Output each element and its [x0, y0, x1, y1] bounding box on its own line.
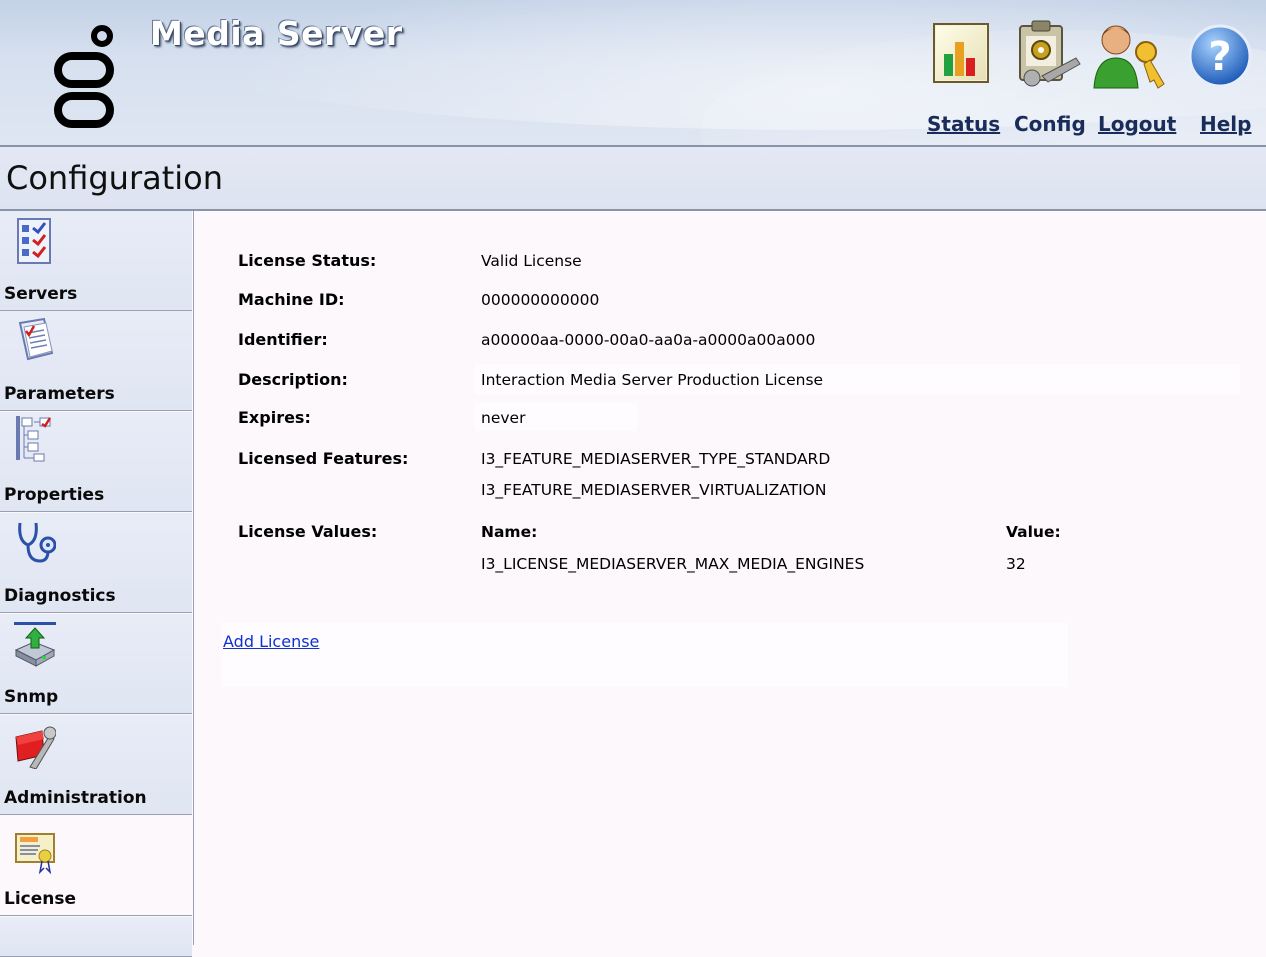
sidebar: Servers Parameters Properties Diagnostic… — [0, 211, 194, 957]
logout-user-key-icon[interactable] — [1092, 18, 1170, 90]
header-nav: Status Config Logout Help — [0, 112, 1266, 142]
sidebar-item-empty — [0, 917, 192, 957]
add-license-link[interactable]: Add License — [223, 632, 319, 651]
sidebar-item-label: Diagnostics — [4, 586, 116, 606]
sidebar-item-label: Properties — [4, 485, 105, 505]
page-title-bar: Configuration — [0, 147, 1266, 209]
license-status-value: Valid License — [481, 252, 582, 270]
app-title: Media Server — [150, 14, 403, 53]
license-status-label: License Status: — [238, 251, 377, 270]
nav-link-help[interactable]: Help — [1200, 112, 1251, 136]
page-title: Configuration — [6, 159, 224, 197]
license-value-name: I3_LICENSE_MEDIASERVER_MAX_MEDIA_ENGINES — [481, 555, 865, 573]
sidebar-item-servers[interactable]: Servers — [0, 211, 192, 311]
sidebar-item-label: Snmp — [4, 687, 59, 707]
license-values-name-header: Name: — [481, 523, 538, 541]
identifier-value: a00000aa-0000-00a0-aa0a-a0000a00a000 — [481, 331, 816, 349]
svg-text:?: ? — [1208, 34, 1231, 80]
checklist-icon — [17, 218, 51, 264]
license-values-value-header: Value: — [1006, 523, 1061, 541]
sidebar-item-administration[interactable]: Administration — [0, 715, 192, 815]
nav-link-config[interactable]: Config — [1014, 112, 1086, 136]
help-question-icon[interactable]: ? — [1186, 18, 1256, 90]
sidebar-item-parameters[interactable]: Parameters — [0, 311, 192, 411]
status-chart-icon[interactable] — [930, 18, 992, 90]
config-clipboard-icon[interactable] — [1012, 18, 1082, 90]
nav-link-logout[interactable]: Logout — [1098, 112, 1176, 136]
certificate-icon — [15, 833, 55, 875]
description-label: Description: — [238, 370, 348, 389]
network-drive-icon — [14, 622, 56, 667]
machine-id-label: Machine ID: — [238, 290, 345, 309]
document-icon — [18, 317, 54, 361]
expires-value: never — [481, 409, 526, 427]
identifier-label: Identifier: — [238, 330, 328, 349]
sidebar-item-properties[interactable]: Properties — [0, 412, 192, 512]
sidebar-item-license[interactable]: License — [0, 816, 192, 916]
license-panel: License Status: Valid License Machine ID… — [194, 211, 1266, 945]
machine-id-value: 000000000000 — [481, 291, 600, 309]
sidebar-item-snmp[interactable]: Snmp — [0, 614, 192, 714]
sidebar-item-label: Administration — [4, 788, 147, 808]
sidebar-item-diagnostics[interactable]: Diagnostics — [0, 513, 192, 613]
sidebar-item-label: Servers — [4, 284, 78, 304]
nav-link-status[interactable]: Status — [927, 112, 1000, 136]
description-value: Interaction Media Server Production Lice… — [481, 371, 824, 389]
expires-label: Expires: — [238, 408, 311, 427]
add-license-area — [222, 623, 1068, 687]
licensed-features-label: Licensed Features: — [238, 449, 409, 468]
sidebar-item-label: Parameters — [4, 384, 115, 404]
license-value-value: 32 — [1006, 555, 1026, 573]
licensed-feature-item: I3_FEATURE_MEDIASERVER_TYPE_STANDARD — [481, 450, 831, 468]
toolbox-icon — [15, 726, 56, 769]
sidebar-item-label: License — [4, 889, 77, 909]
tree-icon — [16, 416, 52, 462]
stethoscope-icon — [18, 522, 56, 563]
app-header: Media Server ? Status Config Logout Help — [0, 0, 1266, 145]
licensed-feature-item: I3_FEATURE_MEDIASERVER_VIRTUALIZATION — [481, 481, 827, 499]
license-values-label: License Values: — [238, 522, 378, 541]
